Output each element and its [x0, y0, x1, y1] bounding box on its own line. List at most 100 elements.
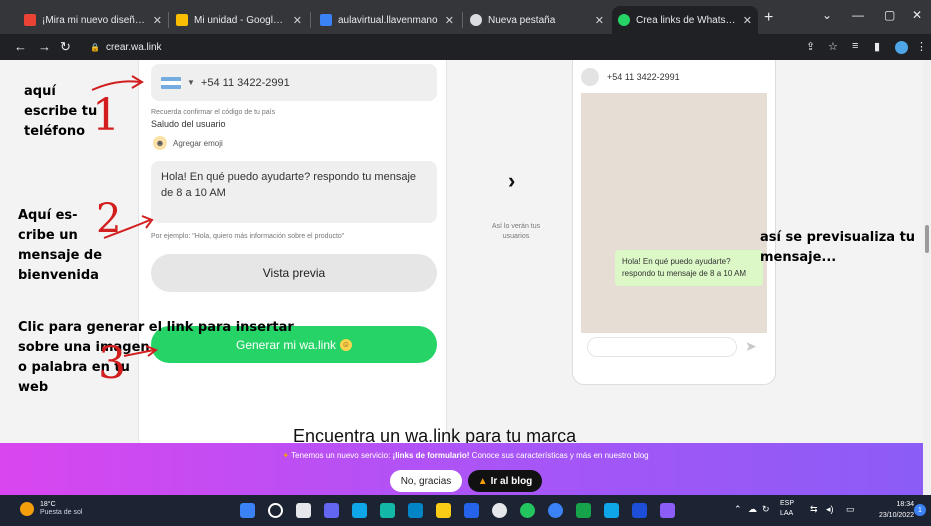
side-panel-icon[interactable]: ▮	[874, 40, 880, 53]
menu-dots-icon[interactable]: ⋮	[916, 40, 927, 53]
battery-icon[interactable]: ▭	[846, 504, 855, 515]
go-to-blog-button[interactable]: ▲ Ir al blog	[468, 470, 542, 492]
tab-title: Nueva pestaña	[488, 14, 556, 26]
smile-emoji-icon: ☺	[340, 338, 353, 351]
chat-area: Hola! En qué puedo ayudarte? respondo tu…	[581, 93, 767, 333]
address-bar[interactable]: 🔒 crear.wa.link	[82, 37, 772, 57]
volume-icon[interactable]: ◂)	[826, 504, 834, 515]
no-thanks-button[interactable]: No, gracias	[390, 470, 462, 492]
refresh-icon[interactable]: ↻	[762, 504, 770, 515]
contact-avatar	[581, 68, 599, 86]
tab-title: ¡Mira mi nuevo diseño hecho	[42, 14, 147, 26]
go-to-blog-label: Ir al blog	[490, 475, 533, 487]
language-layout: LAA	[780, 510, 794, 517]
close-tab-icon[interactable]: ✕	[743, 14, 752, 27]
tab-wa-link[interactable]: Crea links de WhatsApp | Wa ✕	[612, 6, 758, 34]
preview-button[interactable]: Vista previa	[151, 254, 437, 292]
clock-date: 23/10/2022	[878, 512, 914, 519]
banner-text-bold: ¡links de formulario!	[392, 451, 470, 460]
url-text: crear.wa.link	[105, 41, 162, 53]
close-tab-icon[interactable]: ✕	[153, 14, 162, 27]
windows-start-icon[interactable]	[240, 503, 255, 518]
party-icon: ✦	[282, 451, 290, 460]
tab-title: aulavirtual.llavenmano	[338, 14, 438, 26]
welcome-message-input[interactable]: Hola! En qué puedo ayudarte? respondo tu…	[151, 161, 437, 223]
preview-caption: Así lo verán tus usuarios	[491, 223, 541, 240]
generate-link-label: Generar mi wa.link	[235, 337, 337, 352]
send-icon: ➤	[745, 338, 757, 354]
sunset-icon	[20, 502, 34, 516]
excel-icon[interactable]	[576, 503, 591, 518]
new-tab-icon[interactable]: +	[764, 9, 773, 27]
clock[interactable]: 18:34 23/10/2022	[870, 499, 914, 521]
close-window-icon[interactable]: ✕	[912, 8, 922, 22]
temperature: 18°C	[40, 501, 56, 508]
close-tab-icon[interactable]: ✕	[595, 14, 604, 27]
add-emoji-button[interactable]: ☻ Agregar emoji	[153, 136, 223, 150]
contact-number: +54 11 3422-2991	[607, 72, 680, 82]
teams-icon[interactable]	[324, 503, 339, 518]
github-icon[interactable]	[492, 503, 507, 518]
tab-search-icon[interactable]: ⌄	[822, 8, 832, 22]
app-icon[interactable]	[660, 503, 675, 518]
phone-field[interactable]: ▼ +54 11 3422-2991	[151, 64, 437, 101]
chrome-taskbar-icon[interactable]	[520, 503, 535, 518]
mail-icon[interactable]	[408, 503, 423, 518]
chat-input	[587, 337, 737, 357]
weather-condition: Puesta de sol	[40, 509, 83, 516]
cloud-icon[interactable]: ☁	[748, 504, 757, 515]
tab-title: Mi unidad - Google Drive	[194, 14, 287, 26]
profile-avatar[interactable]	[895, 41, 908, 54]
chevron-down-icon[interactable]: ▼	[187, 78, 195, 87]
scrollbar-thumb[interactable]	[925, 225, 929, 253]
phone-value[interactable]: +54 11 3422-2991	[201, 77, 290, 89]
tab-aulavirtual[interactable]: aulavirtual.llavenmano ✕	[314, 6, 460, 34]
word-icon[interactable]	[632, 503, 647, 518]
annotation-phone: aquí escribe tu teléfono	[24, 84, 98, 139]
forward-icon[interactable]: →	[38, 39, 51, 54]
chevron-up-icon[interactable]: ⌃	[734, 504, 742, 515]
gmail-icon	[24, 14, 36, 26]
close-tab-icon[interactable]: ✕	[293, 14, 302, 27]
chrome-profile-icon[interactable]	[548, 503, 563, 518]
banner-text-pre: Tenemos un nuevo servicio:	[291, 451, 393, 460]
close-tab-icon[interactable]: ✕	[445, 14, 454, 27]
share-icon[interactable]: ⇪	[806, 40, 815, 53]
language-indicator[interactable]: ESP LAA	[780, 499, 794, 519]
search-icon[interactable]	[268, 503, 283, 518]
file-explorer-icon[interactable]	[436, 503, 451, 518]
reload-icon[interactable]: ↻	[60, 39, 71, 55]
add-emoji-label: Agregar emoji	[173, 138, 223, 148]
tab-nueva-pestana[interactable]: Nueva pestaña ✕	[464, 6, 610, 34]
chat-header: +54 11 3422-2991	[581, 63, 767, 91]
aula-icon	[320, 14, 332, 26]
whatsapp-preview: +54 11 3422-2991 Hola! En qué puedo ayud…	[572, 60, 776, 385]
banner-text-post: Conoce sus características y más en nues…	[469, 451, 649, 460]
reading-list-icon[interactable]: ≡	[852, 40, 858, 52]
chevron-right-icon: ›	[508, 168, 516, 193]
page-scrollbar[interactable]	[923, 60, 931, 495]
whatsapp-icon	[618, 14, 630, 26]
network-icon[interactable]: ⇆	[810, 504, 818, 515]
photos-icon[interactable]	[604, 503, 619, 518]
weather-widget[interactable]: 18°C Puesta de sol	[20, 501, 82, 517]
tab-google-drive[interactable]: Mi unidad - Google Drive ✕	[170, 6, 308, 34]
tab-gmail[interactable]: ¡Mira mi nuevo diseño hecho ✕	[18, 6, 168, 34]
store-icon[interactable]	[380, 503, 395, 518]
chrome-icon	[470, 14, 482, 26]
outlook-icon[interactable]	[464, 503, 479, 518]
bookmark-star-icon[interactable]: ☆	[828, 40, 838, 53]
notification-badge[interactable]: 1	[914, 504, 926, 516]
banner-text: ✦ Tenemos un nuevo servicio: ¡links de f…	[0, 451, 931, 460]
fire-icon: ▲	[477, 475, 488, 487]
argentina-flag-icon[interactable]	[161, 76, 181, 89]
drive-icon	[176, 14, 188, 26]
edge-icon[interactable]	[352, 503, 367, 518]
back-icon[interactable]: ←	[14, 39, 27, 54]
minimize-icon[interactable]: —	[852, 8, 864, 22]
example-note: Por ejemplo: "Hola, quiero más informaci…	[151, 233, 345, 240]
browser-toolbar: ← → ↻ 🔒 crear.wa.link ⇪ ☆ ≡ ▮ ⋮	[0, 34, 931, 60]
restore-icon[interactable]: ▢	[884, 8, 895, 22]
lock-icon: 🔒	[90, 42, 100, 52]
task-view-icon[interactable]	[296, 503, 311, 518]
